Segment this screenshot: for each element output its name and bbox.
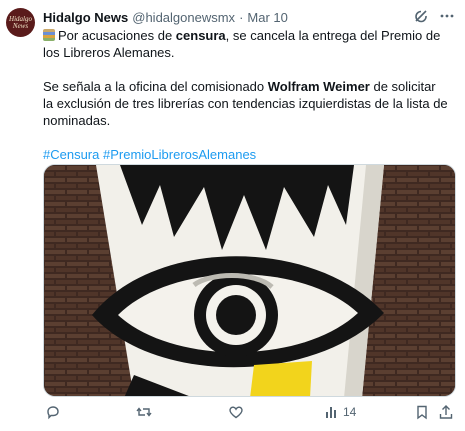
views-count: 14 [343, 405, 357, 419]
tweet-media-image[interactable] [43, 164, 456, 397]
like-button[interactable] [228, 404, 244, 420]
p1-text-before: Por acusaciones de [58, 28, 176, 43]
grok-icon[interactable] [413, 8, 429, 24]
tweet-date[interactable]: Mar 10 [247, 10, 287, 25]
tweet-header: Hidalgo News @hidalgonewsmx · Mar 10 [43, 8, 457, 26]
separator-dot: · [239, 9, 244, 25]
views-button[interactable]: 14 [324, 404, 356, 420]
avatar[interactable]: Hidalgo News [6, 8, 35, 37]
p2-text-before: Se señala a la oficina del comisionado [43, 79, 268, 94]
tweet-paragraph-2: Se señala a la oficina del comisionado W… [43, 78, 448, 129]
tweet[interactable]: Hidalgo News Hidalgo News @hidalgonewsmx… [0, 0, 465, 431]
retweet-icon [136, 404, 152, 420]
author-name[interactable]: Hidalgo News [43, 10, 128, 25]
eye-poster-illustration [44, 165, 455, 396]
bookmark-button[interactable] [414, 404, 430, 420]
views-icon [324, 404, 340, 420]
p1-bold: censura [175, 28, 226, 43]
share-icon [438, 404, 454, 420]
tweet-paragraph-1: Por acusaciones de censura, se cancela l… [43, 27, 448, 61]
tweet-actions: 14 [43, 404, 456, 424]
author-handle[interactable]: @hidalgonewsmx [132, 10, 235, 25]
share-button[interactable] [438, 404, 454, 420]
avatar-text-2: News [12, 21, 29, 30]
bookmark-icon [414, 404, 430, 420]
hashtag-premio[interactable]: #PremioLibrerosAlemanes [103, 147, 256, 162]
hashtag-censura[interactable]: #Censura [43, 147, 99, 162]
tweet-text: Por acusaciones de censura, se cancela l… [43, 27, 448, 163]
more-icon[interactable] [439, 8, 455, 24]
hashtags: #Censura #PremioLibrerosAlemanes [43, 146, 448, 163]
retweet-button[interactable] [136, 404, 152, 420]
p2-bold: Wolfram Weimer [267, 79, 370, 94]
reply-button[interactable] [45, 404, 61, 420]
like-icon [228, 404, 244, 420]
books-emoji [43, 29, 55, 41]
reply-icon [45, 404, 61, 420]
